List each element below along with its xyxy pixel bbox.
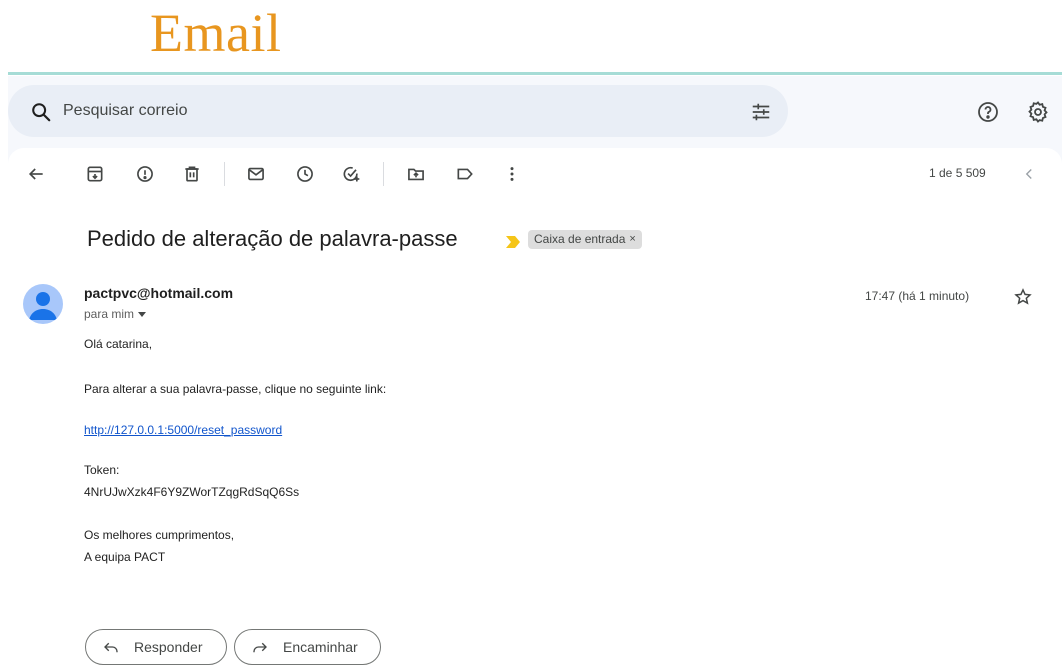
delete-icon[interactable] xyxy=(182,164,202,184)
search-icon[interactable] xyxy=(30,101,52,123)
help-icon[interactable] xyxy=(976,100,1000,124)
recipient-details-toggle[interactable]: para mim xyxy=(84,307,147,321)
gmail-window: Pesquisar correio 1 de 5 509 Pedido de a… xyxy=(8,76,1062,670)
pagination-count: 1 de 5 509 xyxy=(929,166,986,180)
body-greeting: Olá catarina, xyxy=(84,337,153,351)
mark-unread-icon[interactable] xyxy=(246,164,266,184)
email-subject: Pedido de alteração de palavra-passe xyxy=(87,226,458,251)
toolbar-separator xyxy=(383,162,384,186)
chevron-left-icon[interactable] xyxy=(1020,164,1038,184)
back-arrow-icon[interactable] xyxy=(26,164,46,184)
label-chip-text: Caixa de entrada xyxy=(534,232,626,246)
token-value: 4NrUJwXzk4F6Y9ZWorTZqgRdSqQ6Ss xyxy=(84,485,300,499)
forward-icon xyxy=(253,642,267,653)
title-divider xyxy=(8,72,1062,75)
reset-password-link[interactable]: http://127.0.0.1:5000/reset_password xyxy=(84,423,282,437)
label-chip-inbox[interactable]: Caixa de entrada × xyxy=(528,230,642,249)
reply-button[interactable]: Responder xyxy=(85,629,227,665)
body-closing: Os melhores cumprimentos, xyxy=(84,528,235,542)
toolbar-separator xyxy=(224,162,225,186)
add-to-tasks-icon[interactable] xyxy=(341,164,361,184)
important-marker-icon[interactable] xyxy=(505,235,521,249)
avatar[interactable] xyxy=(23,284,63,324)
label-icon[interactable] xyxy=(455,164,475,184)
recipient-label: para mim xyxy=(84,307,135,321)
remove-label-icon[interactable]: × xyxy=(629,230,635,249)
search-input[interactable]: Pesquisar correio xyxy=(63,102,188,120)
page-title: Email xyxy=(150,3,282,63)
forward-button[interactable]: Encaminhar xyxy=(234,629,381,665)
sender-address: pactpvc@hotmail.com xyxy=(84,285,234,301)
message-time: 17:47 (há 1 minuto) xyxy=(865,289,970,303)
reply-icon xyxy=(104,642,118,653)
more-vert-icon[interactable] xyxy=(502,164,522,184)
gear-icon[interactable] xyxy=(1026,100,1050,124)
search-bar[interactable]: Pesquisar correio xyxy=(8,85,788,137)
forward-label: Encaminhar xyxy=(283,639,358,655)
star-icon[interactable] xyxy=(1013,287,1033,307)
move-to-icon[interactable] xyxy=(406,164,426,184)
archive-icon[interactable] xyxy=(85,164,105,184)
token-label: Token: xyxy=(84,463,120,477)
body-signature: A equipa PACT xyxy=(84,550,166,564)
snooze-icon[interactable] xyxy=(295,164,315,184)
tune-icon[interactable] xyxy=(750,101,772,123)
reply-label: Responder xyxy=(134,639,203,655)
chevron-down-icon[interactable] xyxy=(138,311,147,317)
message-panel: 1 de 5 509 Pedido de alteração de palavr… xyxy=(8,148,1062,670)
report-spam-icon[interactable] xyxy=(135,164,155,184)
body-instruction: Para alterar a sua palavra-passe, clique… xyxy=(84,382,387,396)
